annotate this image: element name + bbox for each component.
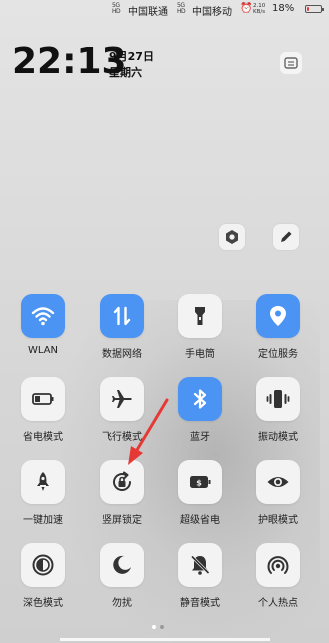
page-dot [160, 625, 164, 629]
page-dot-active [152, 625, 156, 629]
red-arrow-annotation [128, 398, 169, 465]
bottom-handle[interactable] [60, 638, 270, 641]
